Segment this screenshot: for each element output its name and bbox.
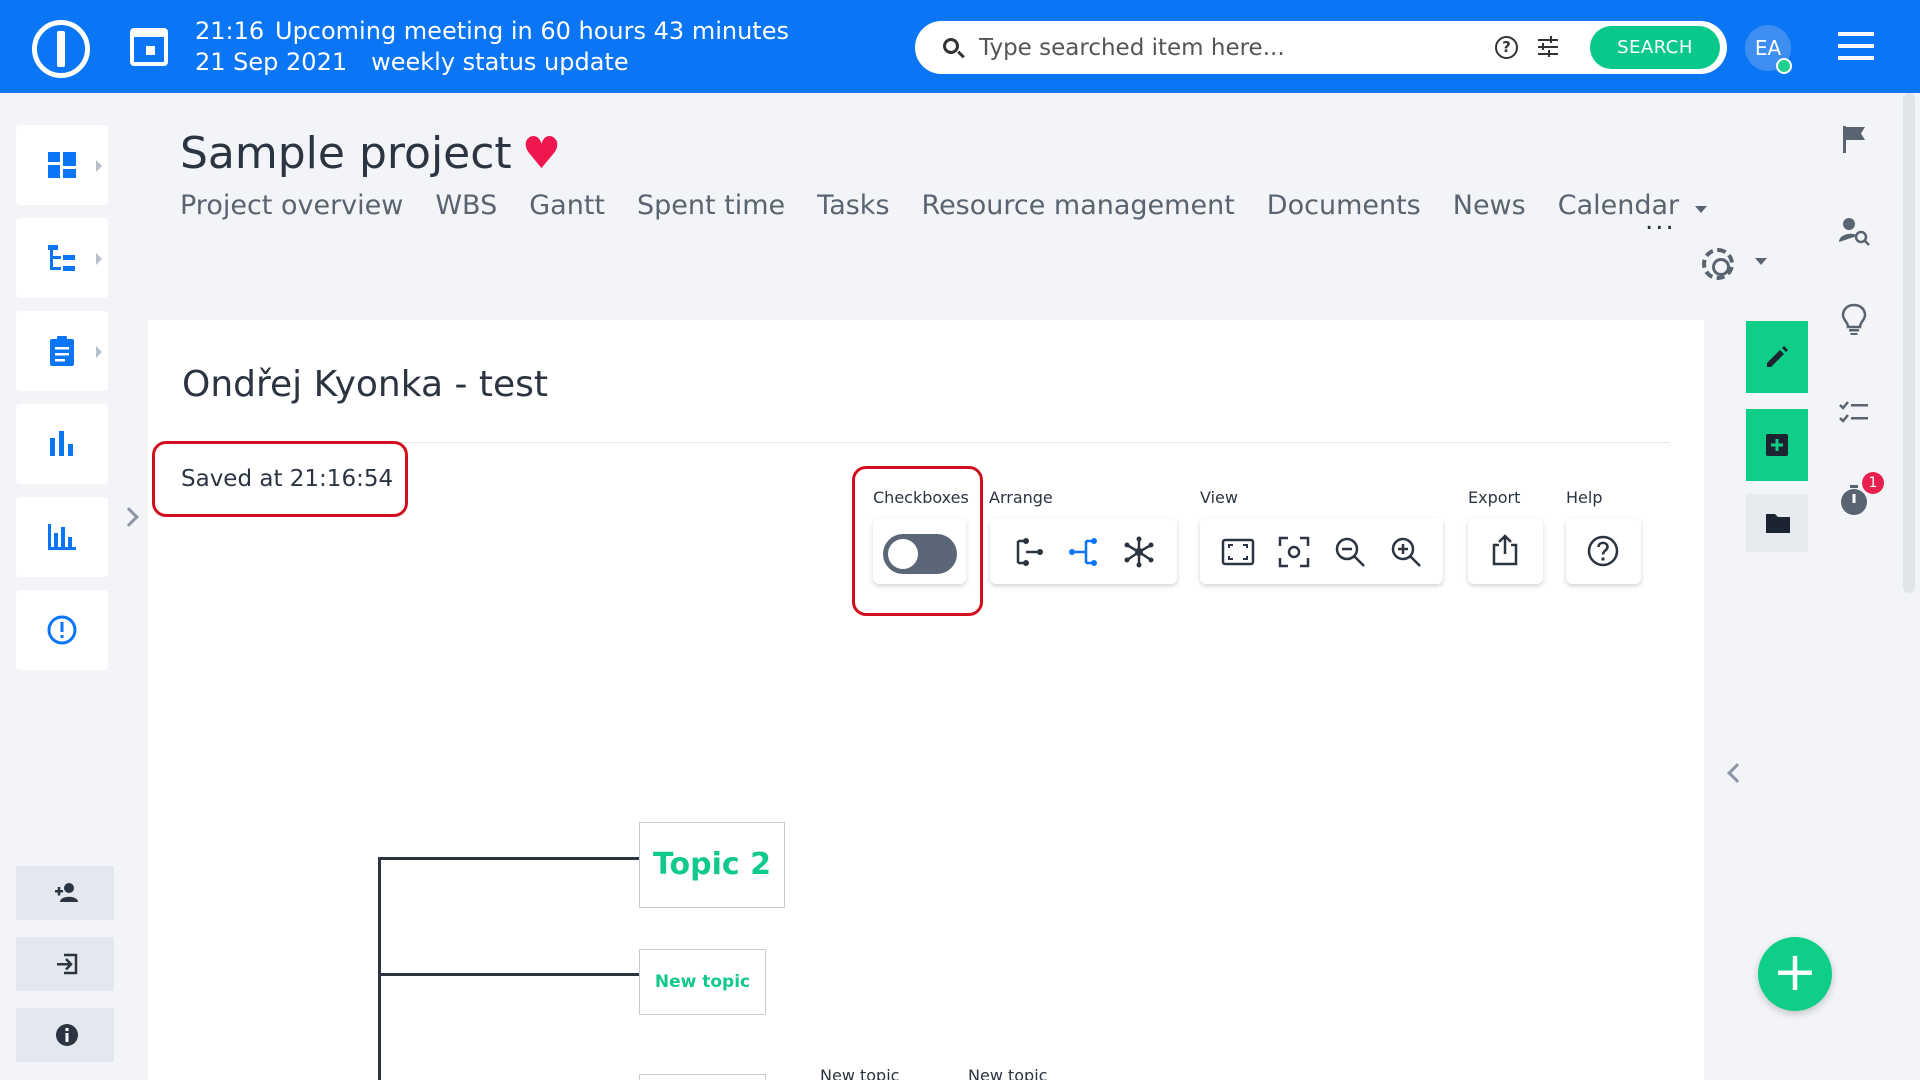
help-label: Help	[1566, 488, 1603, 507]
chevron-down-icon[interactable]	[1695, 206, 1707, 213]
mindmap-node-label[interactable]: New topic	[820, 1066, 899, 1080]
checkboxes-toggle[interactable]	[883, 534, 957, 574]
mindmap-panel: Ondřej Kyonka - test Saved at 21:16:54	[148, 320, 1704, 1080]
mindmap-node[interactable]	[639, 1074, 766, 1080]
sidebar-item-reports[interactable]	[16, 404, 108, 484]
view-label: View	[1200, 488, 1238, 507]
tab-documents[interactable]: Documents	[1267, 190, 1421, 221]
search-icon	[943, 38, 959, 54]
logo-icon[interactable]	[32, 20, 90, 78]
chevron-right-icon	[96, 160, 102, 172]
hierarchy-icon	[48, 245, 75, 271]
hamburger-menu-icon[interactable]	[1838, 32, 1874, 60]
add-box-icon	[1766, 434, 1788, 456]
tab-news[interactable]: News	[1453, 190, 1526, 221]
sidebar-item-dashboard[interactable]	[16, 125, 108, 205]
add-user-icon	[55, 883, 78, 902]
add-floating-button[interactable]: +	[1758, 937, 1832, 1011]
tab-wbs[interactable]: WBS	[435, 190, 497, 221]
gear-icon[interactable]	[1702, 248, 1734, 280]
favorite-heart-icon[interactable]: ♥	[522, 128, 561, 179]
page-scrollbar[interactable]	[1903, 93, 1915, 593]
pencil-icon	[1767, 346, 1788, 367]
export-label: Export	[1468, 488, 1521, 507]
checkboxes-label: Checkboxes	[873, 488, 969, 507]
tab-spent-time[interactable]: Spent time	[637, 190, 785, 221]
help-icon[interactable]	[1586, 534, 1620, 568]
mindmap-node-label[interactable]: New topic	[968, 1066, 1047, 1080]
lightbulb-icon[interactable]	[1837, 302, 1871, 336]
sidebar-item-statistics[interactable]	[16, 497, 108, 577]
dashboard-icon	[48, 152, 76, 178]
collapse-panel-icon[interactable]	[1727, 763, 1747, 783]
folder-button[interactable]	[1746, 494, 1808, 552]
chevron-right-icon	[96, 346, 102, 358]
zoom-in-icon[interactable]	[1389, 535, 1423, 569]
divider	[182, 442, 1670, 443]
mindmap-node-topic-2[interactable]: Topic 2	[639, 822, 785, 908]
sidebar-item-hierarchy[interactable]	[16, 218, 108, 298]
center-focus-icon[interactable]	[1277, 535, 1311, 569]
arrange-right-icon[interactable]	[1012, 535, 1046, 569]
page-title: Sample project ♥	[180, 128, 561, 179]
search-filter-icon[interactable]	[1537, 36, 1559, 58]
current-time: 21:16	[195, 17, 265, 45]
user-search-icon[interactable]	[1837, 214, 1871, 248]
search-bar: ? SEARCH	[915, 21, 1727, 74]
expand-sidebar-icon[interactable]	[119, 507, 139, 527]
top-bar: 21:16 Upcoming meeting in 60 hours 43 min…	[0, 0, 1920, 93]
info-icon	[56, 1024, 78, 1046]
current-date: 21 Sep 2021	[195, 48, 348, 76]
column-chart-icon	[48, 524, 76, 550]
meeting-name: weekly status update	[371, 48, 629, 76]
zoom-out-icon[interactable]	[1333, 535, 1367, 569]
fit-screen-icon[interactable]	[1221, 535, 1255, 569]
meeting-countdown: Upcoming meeting in 60 hours 43 minutes	[275, 17, 789, 45]
info-button[interactable]	[16, 1008, 114, 1062]
connector-line	[378, 857, 381, 1080]
arrange-label: Arrange	[989, 488, 1053, 507]
alert-circle-icon	[47, 615, 77, 645]
mindmap-node-new-topic[interactable]: New topic	[639, 949, 766, 1015]
clipboard-icon	[50, 336, 74, 366]
search-input[interactable]	[979, 31, 1389, 64]
folder-icon	[1766, 514, 1790, 533]
arrange-radial-icon[interactable]	[1122, 535, 1156, 569]
sidebar-item-tasks[interactable]	[16, 311, 108, 391]
calendar-icon[interactable]	[130, 28, 168, 66]
chevron-down-icon[interactable]	[1755, 258, 1767, 265]
project-tabs: Project overview WBS Gantt Spent time Ta…	[180, 190, 1711, 221]
connector-line	[378, 857, 639, 860]
flag-icon[interactable]	[1837, 122, 1871, 156]
tab-tasks[interactable]: Tasks	[817, 190, 889, 221]
meeting-info[interactable]: 21:16 Upcoming meeting in 60 hours 43 min…	[195, 16, 789, 78]
login-icon	[57, 953, 78, 975]
arrange-tree-icon[interactable]	[1066, 535, 1100, 569]
project-title: Sample project	[180, 128, 512, 179]
search-button[interactable]: SEARCH	[1590, 26, 1720, 69]
add-item-button[interactable]	[1746, 409, 1808, 481]
chevron-right-icon	[96, 253, 102, 265]
more-tabs-button[interactable]: ...	[1645, 206, 1676, 236]
search-help-icon[interactable]: ?	[1495, 36, 1518, 59]
mindmap-title: Ondřej Kyonka - test	[182, 364, 549, 405]
tab-resource-management[interactable]: Resource management	[922, 190, 1235, 221]
sidebar-item-alerts[interactable]	[16, 590, 108, 670]
add-user-button[interactable]	[16, 866, 114, 920]
timer-count-badge: 1	[1862, 472, 1884, 494]
highlight-saved-status	[152, 441, 408, 517]
tab-gantt[interactable]: Gantt	[529, 190, 605, 221]
bar-chart-icon	[50, 431, 73, 456]
tab-project-overview[interactable]: Project overview	[180, 190, 403, 221]
edit-button[interactable]	[1746, 321, 1808, 393]
export-icon[interactable]	[1488, 533, 1522, 567]
login-button[interactable]	[16, 937, 114, 991]
connector-line	[378, 973, 639, 976]
online-status-dot	[1776, 58, 1792, 74]
checklist-icon[interactable]	[1837, 396, 1871, 430]
